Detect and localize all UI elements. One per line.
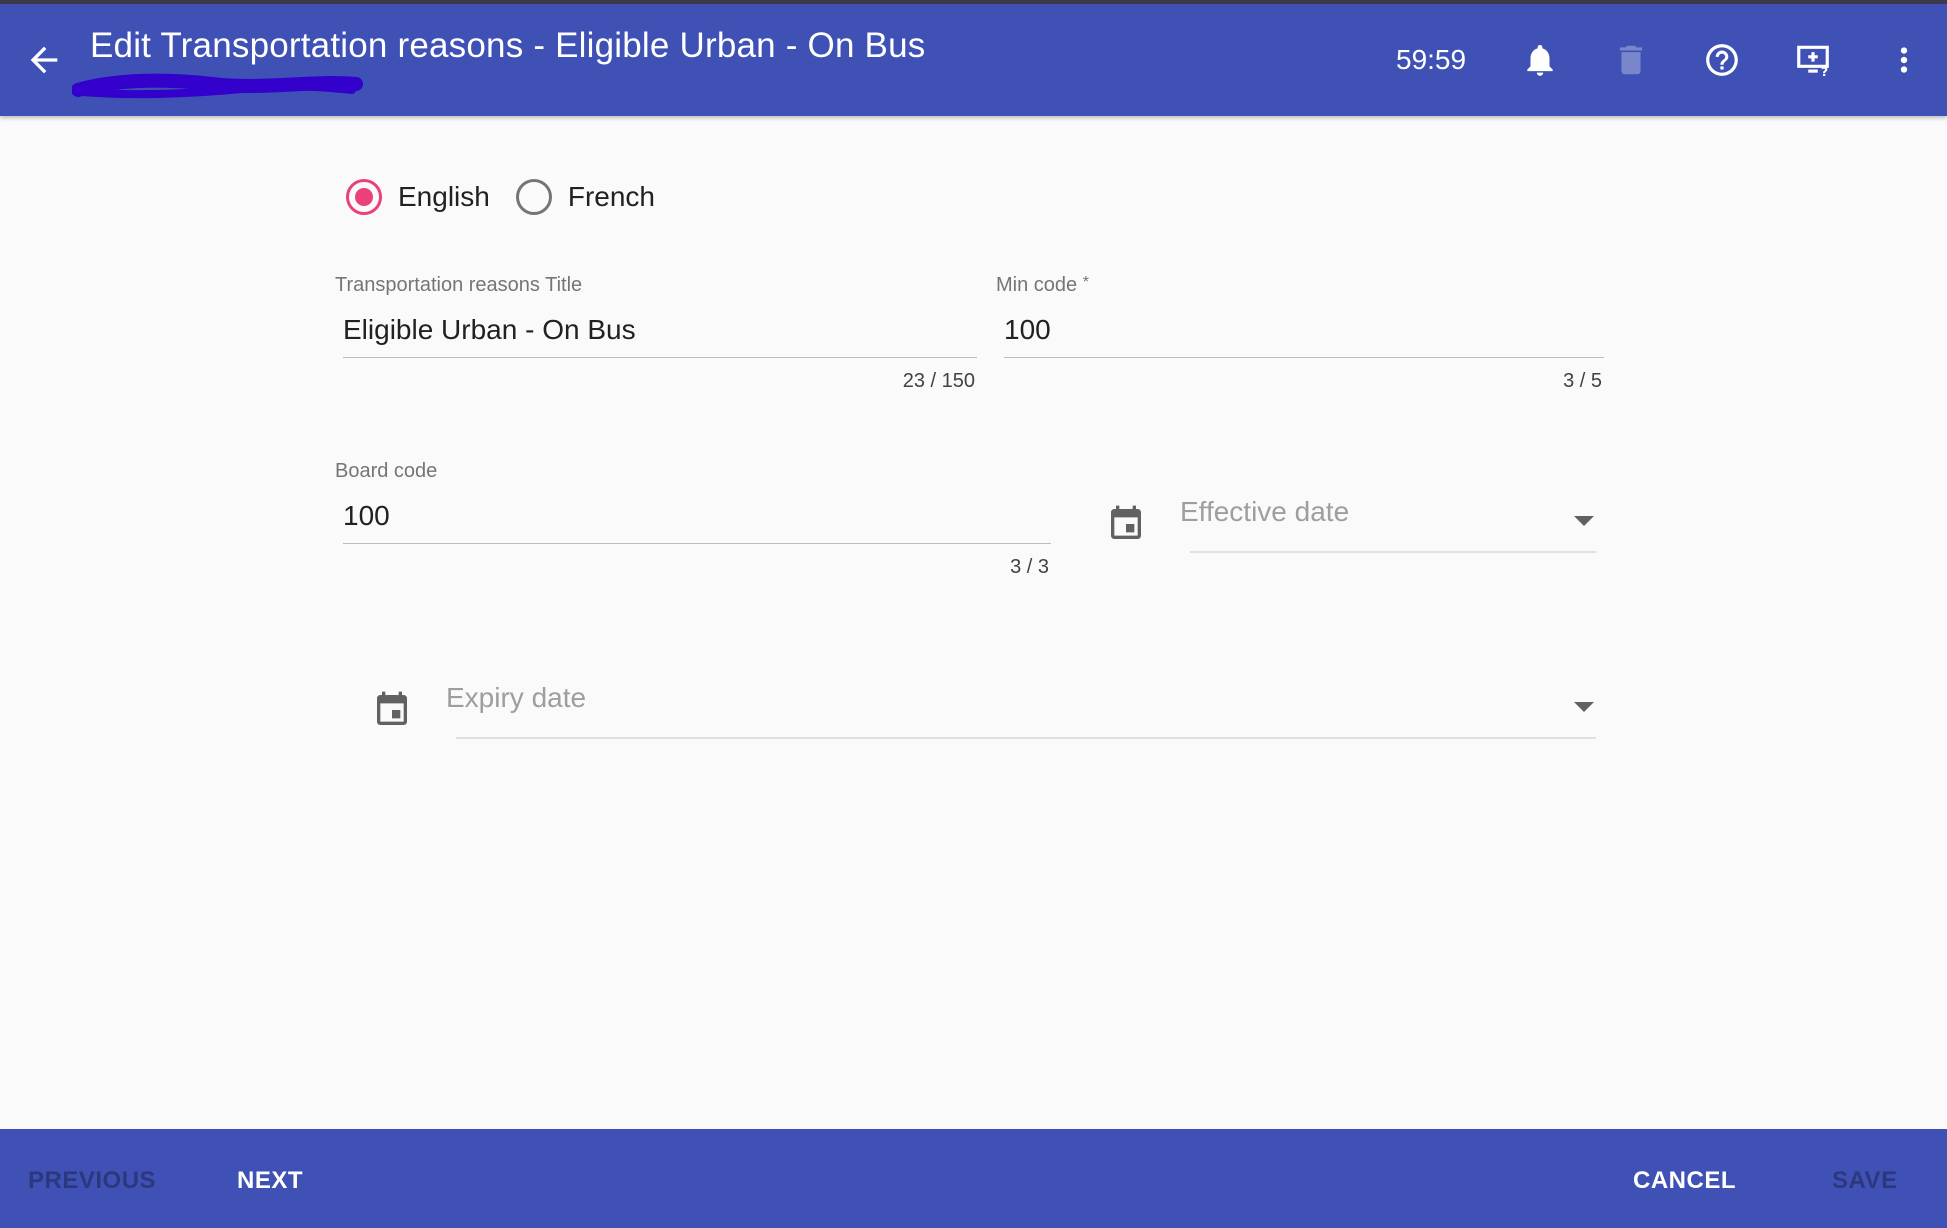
title-input[interactable] (343, 308, 977, 352)
trash-icon[interactable] (1611, 40, 1651, 80)
bottom-action-bar: PREVIOUS NEXT CANCEL SAVE (0, 1129, 1947, 1228)
radio-unchecked-icon (515, 179, 552, 215)
calendar-icon[interactable] (1106, 504, 1146, 544)
chevron-down-icon (1574, 702, 1594, 712)
board-code-input[interactable] (343, 494, 1051, 538)
chevron-down-icon (1574, 516, 1594, 526)
radio-french[interactable]: French (515, 179, 655, 215)
effective-date-placeholder: Effective date (1180, 496, 1350, 527)
min-code-char-counter: 3 / 5 (1563, 370, 1602, 392)
radio-english-label: English (398, 181, 490, 212)
title-char-counter: 23 / 150 (902, 370, 975, 392)
save-button[interactable]: SAVE (1832, 1167, 1898, 1195)
back-arrow-icon[interactable] (24, 40, 64, 80)
min-code-label: Min code * (996, 274, 1089, 297)
min-code-label-text: Min code (996, 274, 1078, 296)
previous-button[interactable]: PREVIOUS (28, 1167, 156, 1195)
more-vert-icon[interactable] (1884, 40, 1924, 80)
svg-text:?: ? (1821, 64, 1828, 79)
expiry-date-placeholder: Expiry date (446, 682, 587, 713)
min-code-input[interactable] (1004, 308, 1604, 352)
min-code-underline (1004, 357, 1604, 358)
expiry-date-underline (456, 737, 1596, 739)
add-screen-help-icon[interactable]: ? (1793, 40, 1833, 80)
annotation-scribble (72, 73, 363, 99)
language-radio-group: English French (346, 177, 681, 217)
next-button[interactable]: NEXT (237, 1167, 303, 1195)
board-code-underline (343, 543, 1051, 544)
bell-icon[interactable] (1520, 40, 1560, 80)
title-underline (343, 357, 977, 358)
expiry-date-picker[interactable]: Expiry date (366, 682, 1600, 752)
board-code-field: Board code 3 / 3 (335, 460, 1051, 590)
radio-checked-icon (346, 179, 382, 215)
radio-english[interactable]: English (346, 179, 490, 215)
board-code-label: Board code (335, 460, 438, 482)
min-code-field: Min code * 3 / 5 (996, 274, 1604, 404)
radio-french-label: French (567, 181, 655, 212)
title-field: Transportation reasons Title 23 / 150 (335, 274, 977, 404)
form-content: English French Transportation reasons Ti… (0, 116, 1947, 1129)
session-timer: 59:59 (1396, 44, 1467, 75)
title-field-label: Transportation reasons Title (335, 274, 583, 296)
calendar-icon[interactable] (372, 690, 412, 730)
board-code-char-counter: 3 / 3 (1010, 556, 1049, 578)
app-bar: Edit Transportation reasons - Eligible U… (0, 4, 1947, 116)
cancel-button[interactable]: CANCEL (1633, 1167, 1736, 1195)
page-title: Edit Transportation reasons - Eligible U… (90, 26, 926, 65)
effective-date-picker[interactable]: Effective date (1100, 496, 1600, 566)
effective-date-underline (1190, 551, 1596, 553)
required-asterisk: * (1082, 274, 1089, 291)
help-circle-icon[interactable] (1702, 40, 1742, 80)
